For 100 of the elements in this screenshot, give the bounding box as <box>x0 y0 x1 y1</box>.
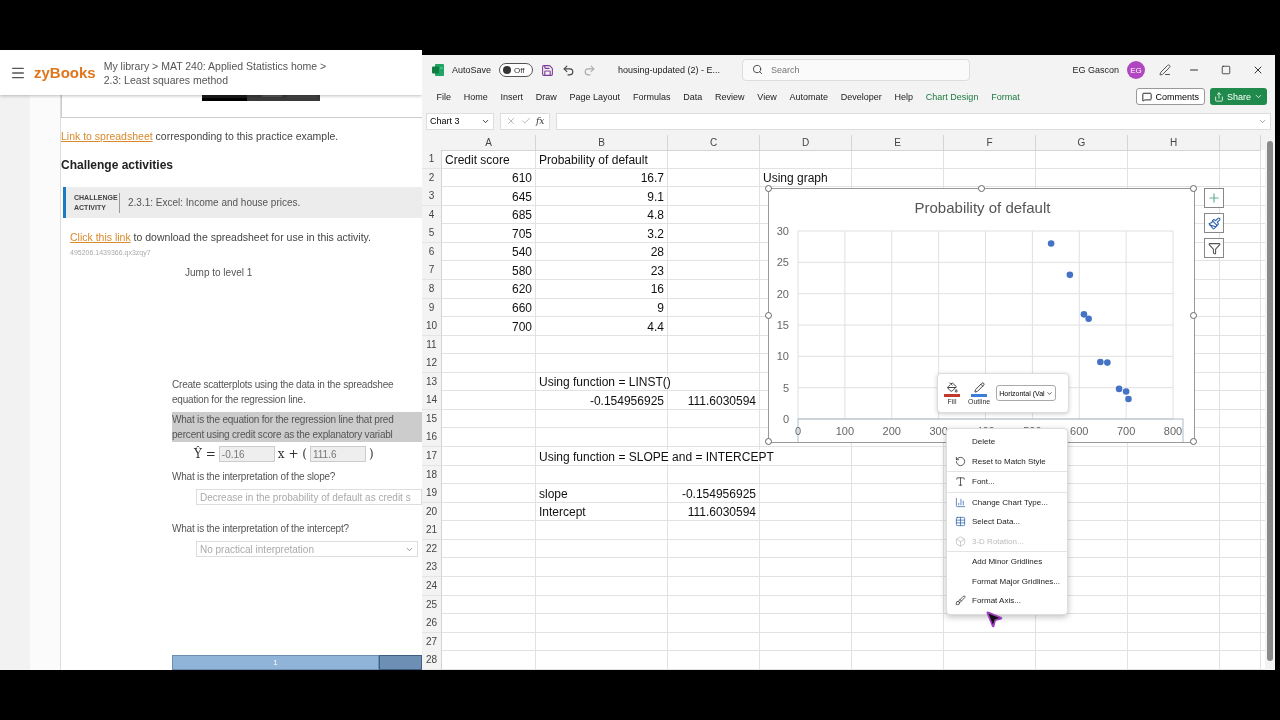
chart-filters-button[interactable] <box>1204 238 1224 258</box>
instructions-text: Create scatterplots using the data in the spreadshee <box>172 378 395 392</box>
share-icon <box>1213 91 1224 102</box>
cell-text: Using function = SLOPE and = INTERCEPT <box>539 449 774 464</box>
filter-icon <box>1207 241 1221 255</box>
download-text: Click this link to download the spreadsheet for use in this activity. <box>70 231 371 243</box>
intercept-field[interactable]: 111.6 <box>309 446 366 462</box>
user-avatar[interactable]: EG <box>1127 61 1145 79</box>
ribbon-tab[interactable]: Format <box>984 91 1027 102</box>
row-header[interactable]: 12 <box>422 354 442 374</box>
menu-item[interactable]: Select Data... <box>947 512 1067 532</box>
ribbon-tab[interactable]: Chart Design <box>919 91 985 102</box>
axis-label: 20 <box>776 287 789 300</box>
bar-chart-icon <box>955 496 966 508</box>
plus-icon <box>1207 191 1221 205</box>
ribbon-tab[interactable]: Automate <box>783 91 835 102</box>
resize-handle[interactable] <box>1190 438 1197 445</box>
row-header[interactable]: 23 <box>422 558 442 578</box>
ribbon-tab[interactable]: Home <box>457 91 495 102</box>
close-icon[interactable] <box>1252 64 1264 76</box>
ribbon-tab[interactable]: Developer <box>834 91 889 102</box>
row-header[interactable]: 26 <box>422 614 442 634</box>
axis-label: 300 <box>929 425 948 437</box>
cell-text: Credit score <box>445 152 510 167</box>
ribbon-tab[interactable]: Page Layout <box>563 91 627 102</box>
axis-label: 10 <box>776 350 789 363</box>
breadcrumb[interactable]: My library > MAT 240: Applied Statistics home > <box>103 58 327 73</box>
formula-field[interactable] <box>556 112 1271 130</box>
chart-styles-button[interactable] <box>1204 213 1224 233</box>
menu-item[interactable]: Change Chart Type... <box>947 492 1067 512</box>
axis-selection[interactable] <box>797 418 1184 442</box>
table-icon <box>955 516 966 528</box>
name-box[interactable]: Chart 3 <box>426 112 494 130</box>
function-button[interactable]: fx <box>536 116 545 126</box>
row-header[interactable]: 19 <box>422 484 442 504</box>
undo-icon[interactable] <box>562 63 576 77</box>
row-header[interactable]: 28 <box>422 651 442 670</box>
row-header[interactable]: 1 <box>422 150 442 169</box>
cell-text: slope <box>539 486 568 501</box>
save-icon[interactable] <box>541 63 555 77</box>
search-field[interactable]: Search <box>742 59 971 81</box>
menu-item[interactable]: Add Minor Gridlines <box>947 552 1067 572</box>
cell-text: -0.154956925 <box>681 486 756 501</box>
cell-text: 23 <box>650 263 664 278</box>
menu-item[interactable]: Format Major Gridlines... <box>947 571 1067 591</box>
menu-item[interactable]: Font... <box>947 472 1067 492</box>
row-header[interactable]: 3 <box>422 187 442 207</box>
equation-text: x + ( <box>277 447 307 461</box>
cancel-icon[interactable] <box>506 116 516 126</box>
chart-elements-button[interactable] <box>1204 188 1224 208</box>
ribbon-tab[interactable]: View <box>750 91 784 102</box>
redo-icon[interactable] <box>583 63 597 77</box>
cell-text: 9.1 <box>647 189 664 204</box>
row-header[interactable]: 14 <box>422 391 442 411</box>
resize-handle[interactable] <box>1190 185 1197 192</box>
autosave-toggle[interactable]: Off <box>499 63 534 77</box>
ribbon-tab[interactable]: Draw <box>529 91 564 102</box>
jump-link[interactable]: Jump to level 1 <box>185 267 422 278</box>
share-button[interactable]: Share <box>1209 88 1267 105</box>
breadcrumb[interactable]: 2.3: Least squares method <box>103 72 327 87</box>
menu-item[interactable]: Format Axis... <box>947 591 1067 611</box>
axis-label: 800 <box>1163 425 1183 437</box>
ribbon-tab[interactable]: Review <box>708 91 751 102</box>
comments-button[interactable]: Comments <box>1136 88 1205 105</box>
question-text: percent using credit score as the explanatory variabl <box>172 428 394 442</box>
ribbon-tab[interactable]: Data <box>676 91 709 102</box>
slope-field[interactable]: -0.16 <box>218 446 275 462</box>
equation-text: Ŷ = <box>194 447 216 461</box>
axis-label: 600 <box>1070 425 1089 437</box>
row-header[interactable]: 10 <box>422 317 442 337</box>
resize-handle[interactable] <box>977 185 985 192</box>
row-header[interactable]: 7 <box>422 261 442 281</box>
maximize-icon[interactable] <box>1221 65 1231 75</box>
cell-text: Using graph <box>763 171 828 186</box>
resize-handle[interactable] <box>765 311 772 319</box>
cell-text: 645 <box>511 189 532 204</box>
resize-handle[interactable] <box>765 185 772 192</box>
cell-text: 4.4 <box>647 319 664 334</box>
resize-handle[interactable] <box>1190 311 1197 319</box>
menu-item[interactable]: Reset to Match Style <box>947 451 1067 471</box>
check-icon[interactable] <box>521 116 531 126</box>
scrollbar[interactable] <box>1267 141 1273 661</box>
row-header[interactable]: 16 <box>422 428 442 448</box>
caret-icon <box>1045 389 1053 397</box>
ribbon-tab[interactable]: Help <box>888 91 920 102</box>
section-title: Challenge activities <box>61 158 175 172</box>
ribbon-tab[interactable]: Insert <box>494 91 530 102</box>
cell-text: 9 <box>657 301 664 315</box>
comment-icon <box>1142 91 1153 102</box>
equation-text: ) <box>368 447 374 461</box>
pen-icon[interactable] <box>1159 64 1171 76</box>
cell-text: 705 <box>511 226 532 241</box>
row-header[interactable]: 5 <box>422 224 442 244</box>
ribbon-tab[interactable]: File <box>430 91 458 102</box>
level-segment[interactable] <box>379 655 422 670</box>
row-header[interactable]: 21 <box>422 521 442 541</box>
chart-title: Probability of default <box>914 199 1051 216</box>
ribbon-tab[interactable]: Formulas <box>626 91 677 102</box>
resize-handle[interactable] <box>765 438 772 445</box>
row-header[interactable]: 17 <box>422 447 442 466</box>
